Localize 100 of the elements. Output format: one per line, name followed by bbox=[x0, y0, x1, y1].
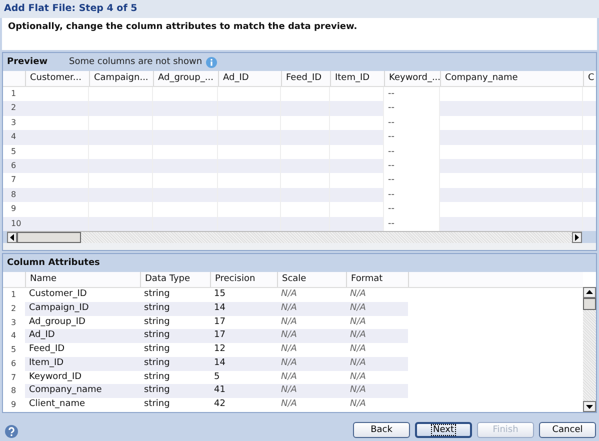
column-header[interactable]: Scale bbox=[278, 272, 347, 287]
table-cell: string bbox=[144, 385, 170, 396]
up-arrow-icon bbox=[586, 290, 593, 294]
column-header[interactable]: Ad_ID bbox=[219, 71, 282, 86]
table-cell: N/A bbox=[281, 399, 297, 410]
column-header[interactable]: Keyword_... bbox=[385, 71, 441, 86]
table-cell: Keyword_ID bbox=[29, 372, 82, 382]
table-cell: -- bbox=[388, 146, 394, 157]
column-header[interactable]: Item_ID bbox=[331, 71, 385, 86]
scroll-down-button[interactable] bbox=[583, 401, 596, 412]
scroll-thumb[interactable] bbox=[583, 298, 596, 310]
dialog-button[interactable]: Next bbox=[415, 422, 472, 438]
table-cell: Client_name bbox=[29, 399, 86, 410]
table-cell: N/A bbox=[281, 330, 297, 340]
row-number: 6 bbox=[10, 160, 18, 172]
dialog-button[interactable]: Cancel bbox=[539, 422, 596, 438]
scroll-up-button[interactable] bbox=[583, 286, 596, 298]
table-cell: -- bbox=[388, 204, 394, 214]
column-header[interactable]: Name bbox=[26, 272, 141, 287]
table-cell: N/A bbox=[350, 344, 366, 354]
table-cell: Ad_group_ID bbox=[29, 316, 86, 326]
row-number: 2 bbox=[10, 302, 18, 315]
row-number: 6 bbox=[10, 358, 18, 370]
row-number: 9 bbox=[10, 399, 18, 412]
instruction-text: Optionally, change the column attributes to match the data preview. bbox=[8, 22, 358, 32]
table-cell: 41 bbox=[214, 385, 226, 396]
column-header[interactable]: Ad_group_... bbox=[154, 71, 219, 86]
table-cell: N/A bbox=[350, 288, 366, 299]
table-cell: N/A bbox=[281, 344, 297, 354]
scroll-left-button[interactable] bbox=[7, 232, 17, 243]
table-cell: -- bbox=[388, 218, 394, 229]
table-cell: N/A bbox=[350, 358, 366, 368]
table-cell: string bbox=[144, 372, 170, 382]
preview-title: Preview bbox=[7, 57, 49, 67]
table-cell: N/A bbox=[350, 372, 366, 382]
column-header[interactable]: Customer... bbox=[26, 71, 90, 86]
table-cell: -- bbox=[388, 132, 394, 142]
table-cell: 14 bbox=[214, 302, 226, 313]
table-cell: string bbox=[144, 288, 170, 299]
right-arrow-icon bbox=[575, 234, 579, 241]
table-cell: string bbox=[144, 302, 170, 313]
row-number: 1 bbox=[10, 88, 18, 100]
help-icon[interactable] bbox=[5, 425, 18, 438]
table-cell: Customer_ID bbox=[29, 288, 87, 299]
row-number: 1 bbox=[10, 288, 18, 301]
dialog-button[interactable]: Back bbox=[353, 422, 410, 438]
down-arrow-icon bbox=[586, 404, 593, 409]
table-cell: Feed_ID bbox=[29, 344, 65, 354]
table-cell: Company_name bbox=[29, 385, 102, 396]
window-title: Add Flat File: Step 4 of 5 bbox=[0, 0, 599, 18]
table-cell: 12 bbox=[214, 344, 226, 354]
table-cell: N/A bbox=[350, 399, 366, 410]
table-cell: N/A bbox=[281, 385, 297, 396]
table-cell: Campaign_ID bbox=[29, 302, 89, 313]
table-cell: Item_ID bbox=[29, 358, 64, 368]
row-number: 5 bbox=[10, 146, 18, 158]
row-number: 4 bbox=[10, 330, 18, 342]
info-icon bbox=[206, 56, 218, 68]
row-number: 8 bbox=[10, 385, 18, 398]
table-cell: string bbox=[144, 344, 170, 354]
row-number: 4 bbox=[10, 131, 18, 144]
table-cell: N/A bbox=[350, 302, 366, 313]
row-number: 3 bbox=[10, 116, 18, 129]
table-cell: -- bbox=[388, 175, 394, 186]
horizontal-scrollbar[interactable] bbox=[7, 230, 582, 243]
column-header[interactable]: Data Type bbox=[141, 272, 211, 287]
column-header[interactable]: Company_name bbox=[441, 71, 584, 86]
columns-note: Some columns are not shown bbox=[69, 57, 202, 67]
row-number: 7 bbox=[10, 174, 18, 186]
table-cell: -- bbox=[388, 160, 394, 171]
table-cell: 17 bbox=[214, 316, 226, 326]
table-cell: N/A bbox=[350, 316, 366, 326]
column-header[interactable]: Campaign... bbox=[90, 71, 154, 86]
column-header[interactable]: C bbox=[584, 71, 599, 86]
row-number: 3 bbox=[10, 316, 18, 328]
attributes-title: Column Attributes bbox=[7, 258, 100, 268]
table-cell: N/A bbox=[281, 372, 297, 382]
left-arrow-icon bbox=[10, 234, 14, 241]
row-number: 5 bbox=[10, 344, 18, 356]
table-cell: -- bbox=[388, 190, 394, 200]
table-cell: -- bbox=[388, 118, 394, 128]
table-cell: N/A bbox=[281, 358, 297, 368]
table-cell: Ad_ID bbox=[29, 330, 55, 340]
table-cell: N/A bbox=[350, 385, 366, 396]
table-cell: N/A bbox=[281, 302, 297, 313]
column-header[interactable]: Feed_ID bbox=[282, 71, 331, 86]
scroll-thumb[interactable] bbox=[17, 232, 81, 243]
row-number: 8 bbox=[10, 188, 18, 201]
column-header[interactable]: Precision bbox=[211, 272, 278, 287]
table-cell: -- bbox=[388, 89, 394, 99]
table-cell: N/A bbox=[281, 316, 297, 326]
scroll-right-button[interactable] bbox=[572, 232, 582, 243]
table-cell: 17 bbox=[214, 330, 226, 340]
table-cell: 15 bbox=[214, 288, 226, 299]
column-header[interactable]: Format bbox=[347, 272, 409, 287]
table-cell: string bbox=[144, 316, 170, 326]
table-cell: N/A bbox=[281, 288, 297, 299]
table-cell: -- bbox=[388, 103, 394, 114]
table-cell: string bbox=[144, 358, 170, 368]
vertical-scrollbar[interactable] bbox=[583, 286, 596, 412]
